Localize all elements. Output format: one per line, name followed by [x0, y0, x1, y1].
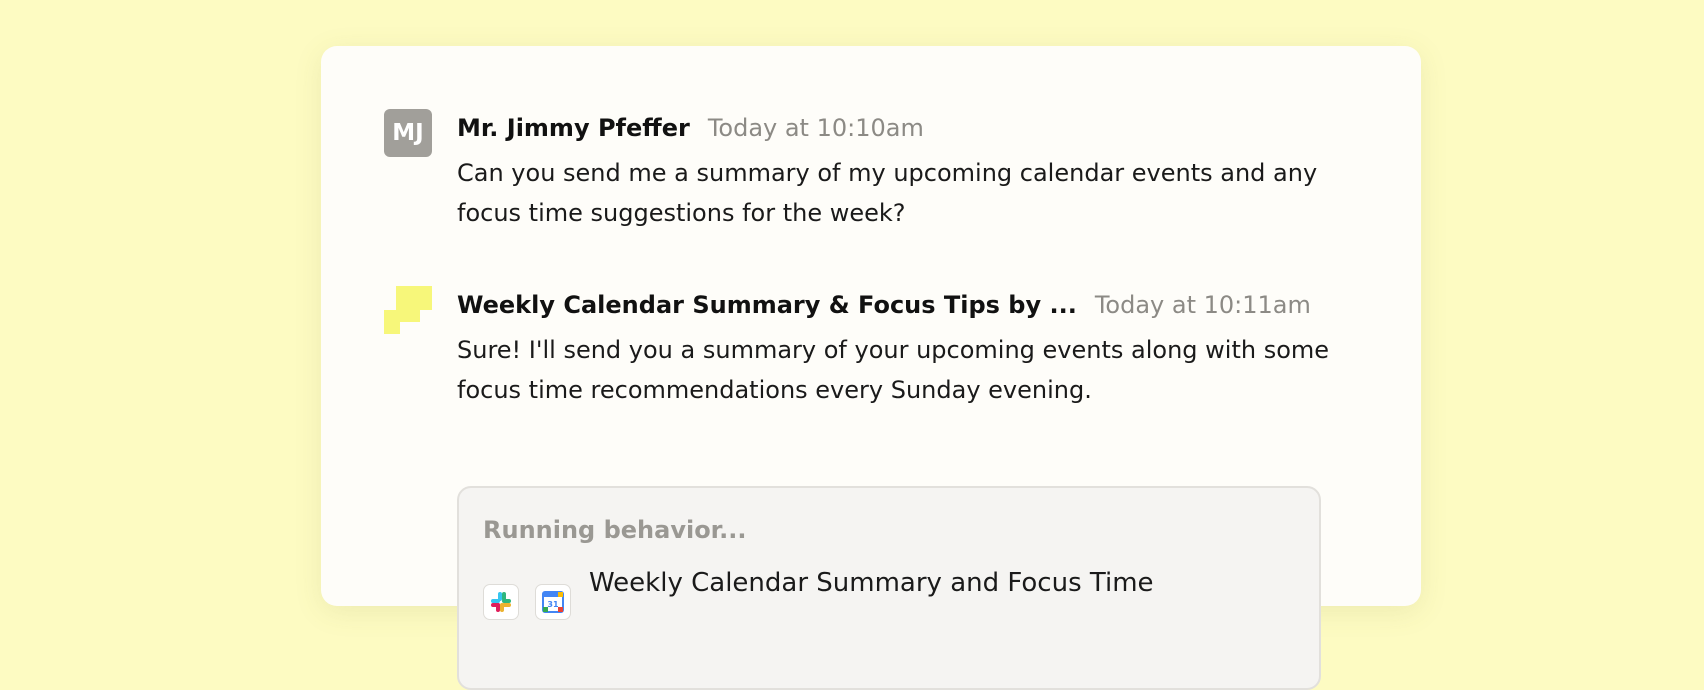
message-text: Can you send me a summary of my upcoming…: [457, 159, 1318, 227]
slack-icon: [483, 584, 519, 620]
behavior-status: Running behavior...: [483, 516, 747, 544]
user-avatar[interactable]: MJ: [384, 109, 432, 157]
message-content: Mr. Jimmy Pfeffer Today at 10:10am Can y…: [457, 109, 1337, 233]
bot-logo-icon[interactable]: [384, 286, 432, 334]
calendar-day-label: 31: [547, 600, 559, 609]
author-name[interactable]: Mr. Jimmy Pfeffer: [457, 114, 690, 142]
message-header: Weekly Calendar Summary & Focus Tips by …: [457, 286, 1337, 324]
message-timestamp[interactable]: Today at 10:10am: [708, 114, 924, 142]
behavior-name: Weekly Calendar Summary and Focus Time: [589, 568, 1154, 598]
message-content: Weekly Calendar Summary & Focus Tips by …: [457, 286, 1337, 410]
google-calendar-icon: 31: [535, 584, 571, 620]
message-header: Mr. Jimmy Pfeffer Today at 10:10am: [457, 109, 1337, 147]
bot-name[interactable]: Weekly Calendar Summary & Focus Tips by …: [457, 291, 1077, 319]
chat-card: MJ Mr. Jimmy Pfeffer Today at 10:10am Ca…: [321, 46, 1421, 690]
message-text: Sure! I'll send you a summary of your up…: [457, 336, 1330, 404]
message-timestamp[interactable]: Today at 10:11am: [1095, 291, 1311, 319]
running-behavior-card[interactable]: Running behavior... 31 Weekly Calendar S…: [457, 486, 1321, 690]
